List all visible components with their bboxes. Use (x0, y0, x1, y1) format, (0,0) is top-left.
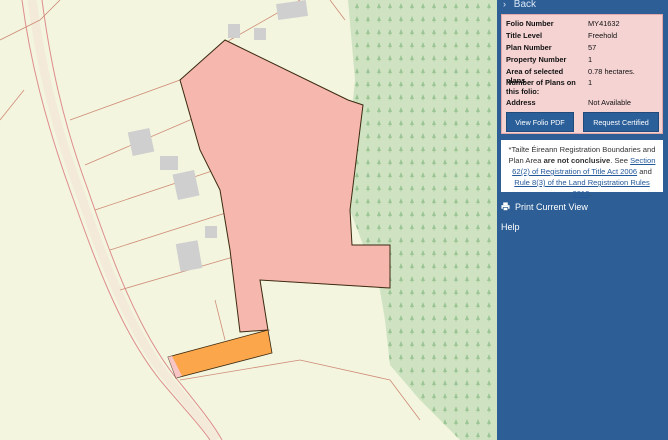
back-link[interactable]: › Back (497, 0, 668, 14)
title-level-label: Title Level (506, 31, 543, 40)
area-value: 0.78 hectares. (588, 67, 635, 76)
plan-number-value: 57 (588, 43, 597, 52)
map-canvas[interactable] (0, 0, 497, 440)
folio-side-panel: › Back Folio Number MY41632 Title Level … (497, 0, 668, 440)
print-current-view-button[interactable]: Print Current View (501, 202, 588, 212)
print-label: Print Current View (515, 202, 588, 212)
notice-emphasis: are not conclusive (543, 156, 611, 165)
folio-number-label: Folio Number (506, 19, 554, 28)
address-value: Not Available (588, 98, 632, 107)
folio-details-box: Folio Number MY41632 Title Level Freehol… (501, 14, 663, 147)
printer-icon (501, 202, 510, 211)
property-number-value: 1 (588, 55, 593, 64)
notice-text-4: . (589, 189, 592, 198)
map-view[interactable] (0, 0, 497, 440)
boundaries-notice: *Tailte Éireann Registration Boundaries … (501, 140, 663, 198)
request-certified-copy-button[interactable]: Request Certified Copy (583, 112, 659, 147)
notice-text-3: and (637, 167, 652, 176)
notice-text-2: . See (610, 156, 631, 165)
help-link[interactable]: Help (501, 222, 520, 232)
title-level-value: Freehold (588, 31, 618, 40)
view-folio-pdf-button[interactable]: View Folio PDF (506, 112, 574, 132)
plans-count-value: 1 (588, 78, 593, 87)
back-label: Back (513, 0, 537, 10)
chevron-right-icon: › (503, 0, 506, 9)
folio-number-value: MY41632 (588, 19, 620, 28)
plan-number-label: Plan Number (506, 43, 552, 52)
address-label: Address (506, 98, 536, 107)
rule-8-link[interactable]: Rule 8(3) of the Land Registration Rules… (514, 178, 650, 198)
plans-count-label: Number of Plans on this folio: (506, 78, 576, 96)
property-number-label: Property Number (506, 55, 567, 64)
